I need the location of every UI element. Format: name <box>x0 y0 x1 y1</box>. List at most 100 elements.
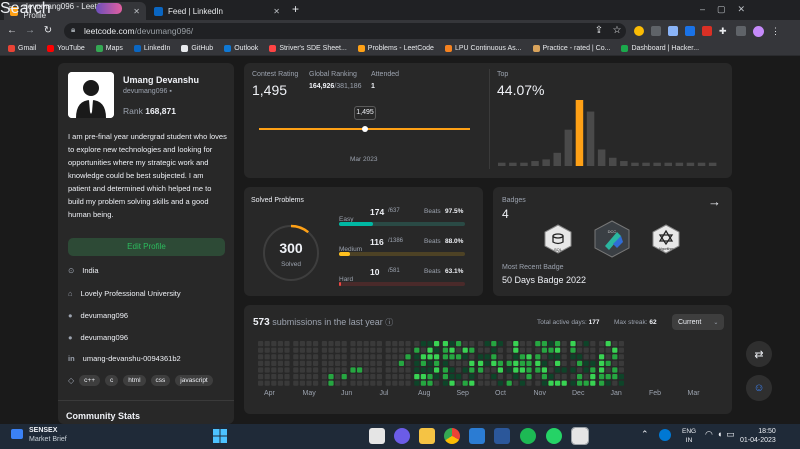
heatmap-cell[interactable] <box>577 360 583 366</box>
heatmap-cell[interactable] <box>570 380 576 386</box>
heatmap-cell[interactable] <box>277 367 283 373</box>
bookmark-item[interactable]: Striver's SDE Sheet... <box>269 45 347 52</box>
heatmap-cell[interactable] <box>414 367 420 373</box>
heatmap-cell[interactable] <box>398 347 404 353</box>
heatmap-cell[interactable] <box>583 360 589 366</box>
skill-tag[interactable]: c++ <box>79 375 100 386</box>
heatmap-cell[interactable] <box>414 354 420 360</box>
heatmap-cell[interactable] <box>398 374 404 380</box>
heatmap-cell[interactable] <box>271 347 277 353</box>
heatmap-cell[interactable] <box>590 374 596 380</box>
heatmap-cell[interactable] <box>306 354 312 360</box>
histogram-bar[interactable] <box>531 161 539 166</box>
heatmap-cell[interactable] <box>612 374 618 380</box>
heatmap-cell[interactable] <box>513 347 519 353</box>
heatmap-cell[interactable] <box>583 380 589 386</box>
heatmap-cell[interactable] <box>264 374 270 380</box>
heatmap-cell[interactable] <box>271 360 277 366</box>
heatmap-cell[interactable] <box>398 380 404 386</box>
share-icon[interactable]: ⇪ <box>592 24 606 38</box>
heatmap-cell[interactable] <box>484 341 490 347</box>
heatmap-cell[interactable] <box>462 360 468 366</box>
bookmark-star-icon[interactable]: ☆ <box>610 24 624 38</box>
heatmap-cell[interactable] <box>427 354 433 360</box>
extension-icon[interactable] <box>702 26 712 36</box>
bookmark-item[interactable]: Dashboard | Hacker... <box>621 45 699 52</box>
reload-icon[interactable]: ↻ <box>41 24 55 38</box>
task-view-icon[interactable] <box>369 428 385 444</box>
heatmap-cell[interactable] <box>618 374 624 380</box>
heatmap-cell[interactable] <box>535 367 541 373</box>
heatmap-cell[interactable] <box>434 367 440 373</box>
heatmap-cell[interactable] <box>306 367 312 373</box>
close-icon[interactable]: ✕ <box>273 7 280 16</box>
heatmap-cell[interactable] <box>605 341 611 347</box>
heatmap-cell[interactable] <box>548 347 554 353</box>
heatmap-cell[interactable] <box>321 380 327 386</box>
heatmap-cell[interactable] <box>612 347 618 353</box>
heatmap-cell[interactable] <box>462 380 468 386</box>
heatmap-cell[interactable] <box>442 367 448 373</box>
heatmap-cell[interactable] <box>264 367 270 373</box>
heatmap-cell[interactable] <box>519 374 525 380</box>
heatmap-cell[interactable] <box>548 341 554 347</box>
heatmap-cell[interactable] <box>561 360 567 366</box>
heatmap-cell[interactable] <box>264 380 270 386</box>
heatmap-cell[interactable] <box>570 374 576 380</box>
address-bar[interactable]: 🔒︎ leetcode.com/devumang096/ <box>64 23 626 39</box>
heatmap-cell[interactable] <box>376 360 382 366</box>
heatmap-cell[interactable] <box>478 360 484 366</box>
histogram-bar[interactable] <box>509 162 517 166</box>
heatmap-cell[interactable] <box>370 374 376 380</box>
heatmap-cell[interactable] <box>526 367 532 373</box>
heatmap-cell[interactable] <box>357 347 363 353</box>
heatmap-cell[interactable] <box>299 354 305 360</box>
heatmap-cell[interactable] <box>555 367 561 373</box>
heatmap-cell[interactable] <box>392 341 398 347</box>
heatmap-cell[interactable] <box>414 360 420 366</box>
profile-website[interactable]: ● devumang096 <box>68 333 128 342</box>
heatmap-cell[interactable] <box>618 367 624 373</box>
heatmap-cell[interactable] <box>427 360 433 366</box>
heatmap-cell[interactable] <box>442 354 448 360</box>
heatmap-cell[interactable] <box>385 367 391 373</box>
heatmap-cell[interactable] <box>398 360 404 366</box>
heatmap-cell[interactable] <box>497 367 503 373</box>
heatmap-cell[interactable] <box>526 354 532 360</box>
heatmap-cell[interactable] <box>357 380 363 386</box>
heatmap-cell[interactable] <box>392 374 398 380</box>
heatmap-cell[interactable] <box>321 360 327 366</box>
heatmap-cell[interactable] <box>271 354 277 360</box>
puzzle-icon[interactable]: ✚ <box>719 26 729 36</box>
heatmap-cell[interactable] <box>526 360 532 366</box>
heatmap-cell[interactable] <box>555 380 561 386</box>
heatmap-cell[interactable] <box>392 347 398 353</box>
heatmap-cell[interactable] <box>526 380 532 386</box>
heatmap-cell[interactable] <box>427 367 433 373</box>
heatmap-cell[interactable] <box>497 380 503 386</box>
skill-tag[interactable]: javascript <box>175 375 213 386</box>
heatmap-cell[interactable] <box>599 374 605 380</box>
heatmap-cell[interactable] <box>376 341 382 347</box>
histogram-bar[interactable] <box>642 162 650 166</box>
heatmap-cell[interactable] <box>328 374 334 380</box>
heatmap-cell[interactable] <box>328 354 334 360</box>
heatmap-cell[interactable] <box>405 347 411 353</box>
weather-title[interactable]: SENSEX <box>29 427 57 434</box>
heatmap-cell[interactable] <box>385 341 391 347</box>
heatmap-cell[interactable] <box>506 380 512 386</box>
tab-linkedin[interactable]: Feed | LinkedIn ✕ <box>148 2 286 20</box>
heatmap-cell[interactable] <box>335 354 341 360</box>
heatmap-cell[interactable] <box>258 374 264 380</box>
heatmap-cell[interactable] <box>618 347 624 353</box>
file-explorer-icon[interactable] <box>419 428 435 444</box>
heatmap-cell[interactable] <box>449 360 455 366</box>
heatmap-cell[interactable] <box>405 354 411 360</box>
feedback-button[interactable]: ☺ <box>746 375 772 401</box>
heatmap-cell[interactable] <box>484 367 490 373</box>
vscode-icon[interactable] <box>469 428 485 444</box>
heatmap-cell[interactable] <box>341 374 347 380</box>
heatmap-cell[interactable] <box>555 341 561 347</box>
heatmap-cell[interactable] <box>555 360 561 366</box>
heatmap-cell[interactable] <box>434 341 440 347</box>
